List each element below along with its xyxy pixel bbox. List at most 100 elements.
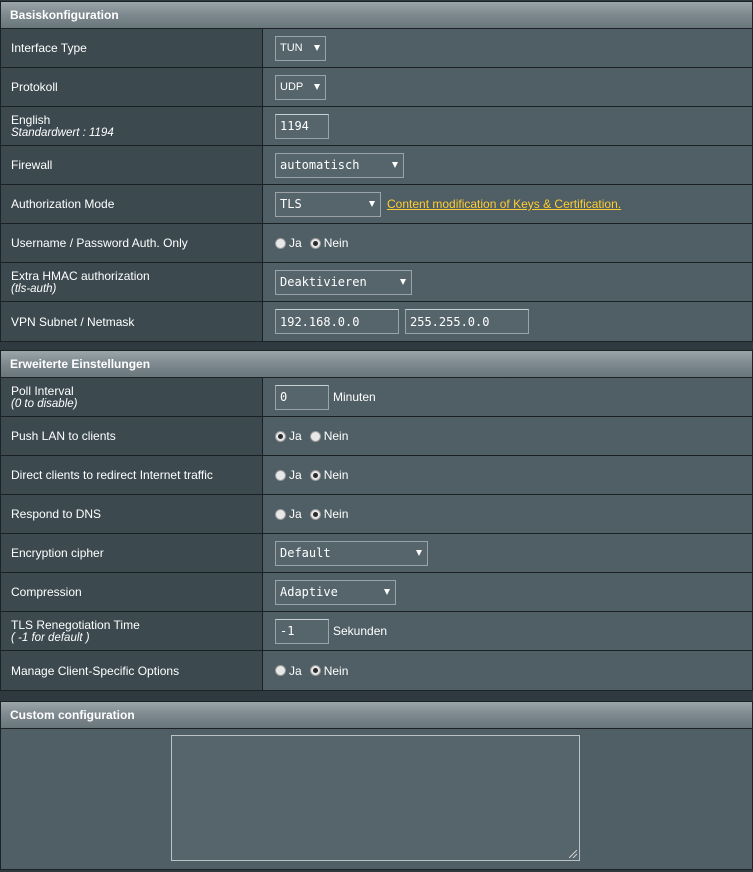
- userpass-only-label-text: Username / Password Auth. Only: [11, 236, 188, 250]
- auth-mode-row: Authorization Mode TLS Content modificat…: [1, 185, 752, 224]
- custom-config-area: [1, 729, 752, 869]
- interface-type-row: Interface Type TUN: [1, 29, 752, 68]
- cipher-row: Encryption cipher Default: [1, 534, 752, 573]
- push-lan-label: Push LAN to clients: [1, 417, 263, 455]
- tls-reneg-row: TLS Renegotiation Time ( -1 for default …: [1, 612, 752, 651]
- tls-reneg-label-text: TLS Renegotiation Time: [11, 618, 140, 632]
- client-specific-yes-radio[interactable]: [275, 665, 286, 676]
- chevron-down-icon: [314, 44, 320, 51]
- radio-no-label: Nein: [323, 468, 349, 482]
- custom-config-textarea[interactable]: [171, 735, 580, 861]
- compression-select[interactable]: Adaptive: [275, 579, 396, 605]
- firewall-label: Firewall: [1, 146, 263, 184]
- userpass-only-yes-radio[interactable]: [275, 237, 286, 249]
- radio-yes-label: Ja: [289, 663, 302, 678]
- respond-dns-yes-radio[interactable]: [275, 508, 286, 520]
- poll-interval-input[interactable]: 0: [275, 384, 329, 410]
- userpass-only-label: Username / Password Auth. Only: [1, 224, 263, 262]
- auth-mode-value: TLS: [280, 197, 302, 211]
- port-row: English Standardwert : 1194 1194: [1, 107, 752, 146]
- compression-label: Compression: [1, 573, 263, 611]
- tls-reneg-hint: ( -1 for default ): [11, 632, 90, 644]
- vpn-subnet-label-text: VPN Subnet / Netmask: [11, 314, 135, 329]
- vpn-netmask-input[interactable]: 255.255.0.0: [405, 309, 529, 334]
- chevron-down-icon: [416, 549, 422, 556]
- chevron-down-icon: [400, 278, 406, 285]
- userpass-only-row: Username / Password Auth. Only Ja Nein: [1, 224, 752, 263]
- cipher-select[interactable]: Default: [275, 540, 428, 566]
- respond-dns-label: Respond to DNS: [1, 495, 263, 533]
- vpn-subnet-input[interactable]: 192.168.0.0: [275, 309, 399, 334]
- protocol-row: Protokoll UDP: [1, 68, 752, 107]
- userpass-only-no-radio[interactable]: [309, 237, 321, 249]
- redirect-traffic-row: Direct clients to redirect Internet traf…: [1, 456, 752, 495]
- respond-dns-no-radio[interactable]: [309, 508, 321, 520]
- client-specific-no-radio[interactable]: [309, 665, 321, 676]
- interface-type-value: TUN: [280, 42, 303, 54]
- chevron-down-icon: [314, 83, 320, 90]
- compression-row: Compression Adaptive: [1, 573, 752, 612]
- redirect-traffic-no-radio[interactable]: [309, 469, 321, 481]
- poll-interval-label: Poll Interval (0 to disable): [1, 378, 263, 416]
- hmac-label: Extra HMAC authorization (tls-auth): [1, 263, 263, 301]
- interface-type-select[interactable]: TUN: [275, 35, 326, 61]
- basic-config-header: Basiskonfiguration: [1, 2, 752, 29]
- protocol-select[interactable]: UDP: [275, 74, 326, 100]
- chevron-down-icon: [384, 588, 390, 595]
- respond-dns-label-text: Respond to DNS: [11, 507, 102, 521]
- compression-label-text: Compression: [11, 585, 82, 599]
- poll-interval-row: Poll Interval (0 to disable) 0 Minuten: [1, 378, 752, 417]
- port-default-hint: Standardwert : 1194: [11, 127, 114, 139]
- auth-mode-label: Authorization Mode: [1, 185, 263, 223]
- poll-interval-label-text: Poll Interval: [11, 384, 74, 398]
- radio-yes-label: Ja: [289, 507, 302, 521]
- port-label-text: English: [11, 113, 51, 127]
- firewall-row: Firewall automatisch: [1, 146, 752, 185]
- push-lan-no-radio[interactable]: [309, 430, 321, 442]
- redirect-traffic-yes-radio[interactable]: [275, 469, 286, 481]
- firewall-value: automatisch: [280, 158, 360, 172]
- respond-dns-row: Respond to DNS Ja Nein: [1, 495, 752, 534]
- push-lan-row: Push LAN to clients Ja Nein: [1, 417, 752, 456]
- radio-no-label: Nein: [323, 663, 349, 678]
- protocol-value: UDP: [280, 81, 304, 93]
- vpn-subnet-label: VPN Subnet / Netmask: [1, 302, 263, 341]
- vpn-subnet-row: VPN Subnet / Netmask 192.168.0.0 255.255…: [1, 302, 752, 341]
- protocol-label: Protokoll: [1, 68, 263, 106]
- tls-reneg-unit: Sekunden: [333, 624, 388, 638]
- chevron-down-icon: [369, 200, 375, 207]
- interface-type-label-text: Interface Type: [11, 41, 87, 55]
- radio-no-label: Nein: [323, 236, 349, 250]
- client-specific-row: Manage Client-Specific Options Ja Nein: [1, 651, 752, 690]
- keys-certification-link[interactable]: Content modification of Keys & Certifica…: [387, 197, 621, 211]
- port-input[interactable]: 1194: [275, 113, 329, 139]
- radio-yes-label: Ja: [289, 236, 302, 250]
- advanced-settings-header: Erweiterte Einstellungen: [1, 351, 752, 378]
- poll-interval-unit: Minuten: [333, 390, 376, 404]
- port-label: English Standardwert : 1194: [1, 107, 263, 145]
- radio-yes-label: Ja: [289, 468, 302, 482]
- resize-grip-icon[interactable]: [569, 850, 577, 858]
- compression-value: Adaptive: [280, 585, 338, 599]
- interface-type-label: Interface Type: [1, 29, 263, 67]
- tls-reneg-label: TLS Renegotiation Time ( -1 for default …: [1, 612, 263, 650]
- hmac-value: Deaktivieren: [280, 275, 367, 289]
- cipher-label-text: Encryption cipher: [11, 546, 104, 560]
- redirect-traffic-label: Direct clients to redirect Internet traf…: [1, 456, 263, 494]
- firewall-select[interactable]: automatisch: [275, 152, 404, 178]
- hmac-label-text: Extra HMAC authorization: [11, 269, 150, 283]
- tls-reneg-input[interactable]: -1: [275, 618, 329, 644]
- custom-config-header: Custom configuration: [1, 702, 752, 729]
- client-specific-label-text: Manage Client-Specific Options: [11, 663, 180, 678]
- auth-mode-select[interactable]: TLS: [275, 191, 381, 217]
- custom-config-section: Custom configuration: [0, 701, 753, 870]
- cipher-label: Encryption cipher: [1, 534, 263, 572]
- radio-no-label: Nein: [323, 429, 349, 443]
- hmac-select[interactable]: Deaktivieren: [275, 269, 412, 295]
- cipher-value: Default: [280, 546, 331, 560]
- basic-config-section: Basiskonfiguration Interface Type TUN Pr…: [0, 1, 753, 342]
- redirect-traffic-label-text: Direct clients to redirect Internet traf…: [11, 468, 213, 482]
- hmac-hint: (tls-auth): [11, 283, 57, 295]
- client-specific-label: Manage Client-Specific Options: [1, 651, 263, 690]
- push-lan-yes-radio[interactable]: [275, 430, 286, 442]
